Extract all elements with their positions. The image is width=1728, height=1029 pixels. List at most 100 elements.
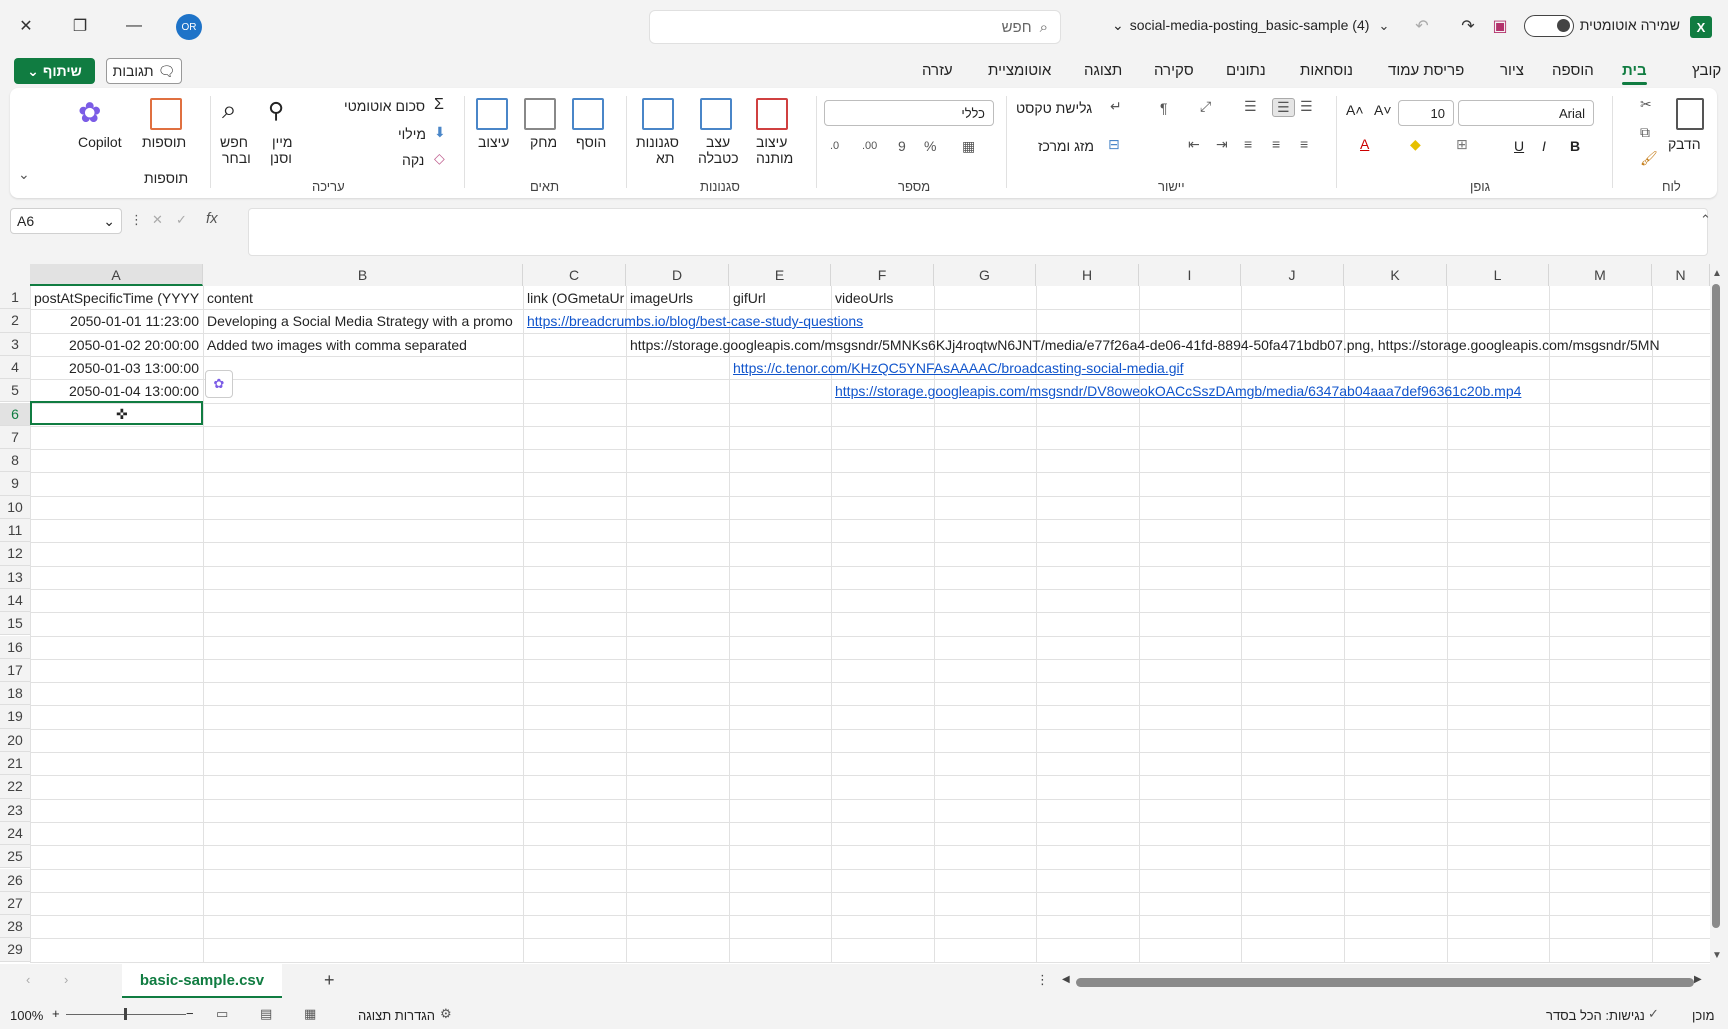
align-middle-icon[interactable]: ☰ (1272, 98, 1295, 117)
row-header[interactable]: 7 (0, 425, 30, 450)
cell-B2[interactable]: Developing a Social Media Strategy with … (203, 310, 523, 333)
format-table-icon[interactable] (700, 98, 732, 130)
row-header[interactable]: 3 (0, 332, 30, 356)
column-header[interactable]: H (1036, 264, 1139, 286)
prev-sheet-icon[interactable]: ‹ (26, 972, 30, 987)
zoom-slider-thumb[interactable] (124, 1008, 127, 1020)
column-header[interactable]: D (626, 264, 729, 286)
cell-D1[interactable]: imageUrls (626, 287, 729, 310)
cut-icon[interactable]: ✂ (1640, 96, 1652, 113)
conditional-format-icon[interactable] (756, 98, 788, 130)
avatar[interactable]: OR (176, 14, 202, 40)
add-sheet-icon[interactable]: + (324, 970, 335, 991)
page-layout-view-icon[interactable]: ▤ (260, 1006, 272, 1022)
vertical-scrollbar[interactable] (1712, 284, 1720, 928)
cell-A5[interactable]: 2050-01-04 13:00:00 (30, 380, 203, 403)
decrease-font-icon[interactable]: A˅ (1374, 102, 1392, 118)
cell-B1[interactable]: content (203, 287, 523, 310)
cell-F1[interactable]: videoUrls (831, 287, 934, 310)
delete-cells-icon[interactable] (524, 98, 556, 130)
column-header[interactable]: K (1344, 264, 1447, 286)
row-header[interactable]: 11 (0, 519, 30, 543)
copilot-float-icon[interactable]: ✿ (205, 370, 233, 398)
row-header[interactable]: 17 (0, 658, 30, 683)
column-header[interactable]: G (934, 264, 1036, 286)
cell-C2[interactable]: https://breadcrumbs.io/blog/best-case-st… (523, 310, 1023, 333)
tab-page-layout[interactable]: פריסת עמוד (1388, 62, 1464, 79)
column-header[interactable]: N (1652, 264, 1710, 286)
cell-A3[interactable]: 2050-01-02 20:00:00 (30, 334, 203, 357)
italic-button[interactable]: I (1542, 138, 1546, 154)
more-icon[interactable]: ⋮ (130, 212, 143, 228)
tab-help[interactable]: עזרה (922, 62, 953, 79)
row-header[interactable]: 8 (0, 449, 30, 473)
row-header[interactable]: 28 (0, 915, 30, 939)
collapse-ribbon-icon[interactable]: ⌄ (18, 166, 30, 183)
align-right-icon[interactable]: ≡ (1244, 136, 1252, 152)
insert-cells-icon[interactable] (572, 98, 604, 130)
insert-cells-button[interactable]: הוסף (576, 134, 606, 150)
row-header[interactable]: 4 (0, 355, 30, 380)
horizontal-scrollbar[interactable] (1076, 978, 1694, 987)
zoom-in-icon[interactable]: + (52, 1006, 60, 1021)
copilot-button[interactable]: Copilot (78, 134, 122, 150)
tab-automate[interactable]: אוטומציית (988, 62, 1051, 79)
indent-increase-icon[interactable]: ⇥ (1216, 136, 1228, 153)
fill-button[interactable]: מילוי (398, 126, 426, 142)
zoom-level[interactable]: 100% (10, 1008, 43, 1023)
column-header[interactable]: J (1241, 264, 1344, 286)
save-icon[interactable]: ▣ (1488, 14, 1512, 38)
insert-function-button[interactable]: fx (206, 210, 218, 227)
font-size-dropdown[interactable]: 10 (1398, 100, 1454, 126)
row-header[interactable]: 10 (0, 495, 30, 519)
tab-review[interactable]: סקירה (1154, 62, 1194, 79)
increase-font-icon[interactable]: A˄ (1346, 102, 1364, 118)
cell-A4[interactable]: 2050-01-03 13:00:00 (30, 357, 203, 380)
cell-E1[interactable]: gifUrl (729, 287, 831, 310)
row-header[interactable]: 20 (0, 728, 30, 752)
tab-draw[interactable]: ציור (1500, 62, 1524, 79)
comma-icon[interactable]: 9 (898, 138, 906, 154)
tab-formulas[interactable]: נוסחאות (1300, 62, 1353, 79)
format-cells-button[interactable]: עיצוב (478, 134, 509, 150)
page-break-view-icon[interactable]: ▭ (216, 1006, 228, 1022)
wrap-text-icon[interactable]: ↵ (1110, 98, 1122, 115)
cell-E4[interactable]: https://c.tenor.com/KHzQC5YNFAsAAAAC/bro… (729, 357, 1429, 380)
more-icon[interactable]: ⋮ (1036, 972, 1049, 988)
autosave-toggle[interactable] (1524, 15, 1574, 37)
row-header[interactable]: 29 (0, 938, 30, 962)
column-header[interactable]: F (831, 264, 934, 286)
accessibility-status[interactable]: נגישות: הכל בסדר (1546, 1008, 1645, 1023)
format-table-button[interactable]: עצב (706, 134, 730, 150)
row-header[interactable]: 9 (0, 472, 30, 496)
bold-button[interactable]: B (1570, 138, 1580, 154)
addins-button[interactable]: תוספות (142, 134, 186, 150)
column-header[interactable]: E (729, 264, 831, 286)
row-header[interactable]: 26 (0, 868, 30, 892)
copilot-icon[interactable]: ✿ (78, 96, 101, 129)
row-header[interactable]: 12 (0, 542, 30, 566)
scroll-right-icon[interactable]: ▶ (1694, 974, 1702, 985)
next-sheet-icon[interactable]: › (64, 972, 68, 987)
collapse-formula-icon[interactable]: ⌃ (1700, 212, 1711, 228)
align-center-icon[interactable]: ≡ (1272, 136, 1280, 152)
sort-filter-icon[interactable]: ⚲ (268, 98, 284, 124)
row-header[interactable]: 21 (0, 752, 30, 776)
font-name-dropdown[interactable]: Arial (1458, 100, 1594, 126)
delete-cells-button[interactable]: מחק (530, 134, 557, 150)
comments-button[interactable]: תגובות 🗨 (106, 58, 182, 84)
name-box[interactable]: A6 ⌄ (10, 208, 122, 234)
find-select-icon[interactable]: ⌕ (222, 94, 237, 126)
scroll-down-icon[interactable]: ▼ (1712, 950, 1722, 961)
close-icon[interactable]: ✕ (14, 14, 38, 38)
file-name[interactable]: ⌄ social-media-posting_basic-sample (4) (1112, 17, 1369, 34)
percent-icon[interactable]: % (924, 138, 936, 154)
format-cells-icon[interactable] (476, 98, 508, 130)
cell-A2[interactable]: 2050-01-01 11:23:00 (30, 310, 203, 333)
merge-center-button[interactable]: מזג ומרכז (1038, 138, 1094, 154)
column-header[interactable]: I (1139, 264, 1241, 286)
sort-filter-button[interactable]: מיין (272, 134, 293, 150)
enter-icon[interactable]: ✓ (176, 212, 187, 228)
paste-button[interactable]: הדבק (1668, 136, 1701, 152)
column-header[interactable]: M (1549, 264, 1652, 286)
